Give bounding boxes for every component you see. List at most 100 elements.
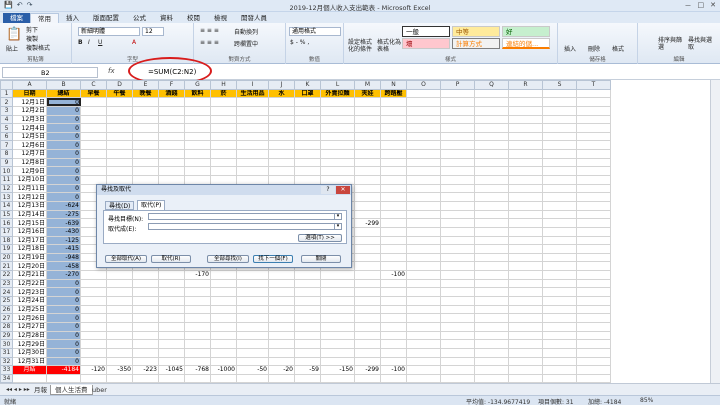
empty-cell[interactable]	[509, 115, 543, 124]
empty-cell[interactable]	[441, 357, 475, 366]
expense-cell[interactable]	[269, 348, 295, 357]
column-header[interactable]: H	[211, 81, 237, 90]
empty-cell[interactable]	[577, 236, 611, 245]
expense-cell[interactable]	[355, 176, 381, 185]
row-header[interactable]: 16	[1, 219, 13, 228]
total-cell[interactable]: 0	[47, 305, 81, 314]
expense-cell[interactable]	[133, 322, 159, 331]
column-total-cell[interactable]: -223	[133, 366, 159, 375]
row-header[interactable]: 17	[1, 227, 13, 236]
empty-cell[interactable]	[407, 271, 441, 280]
expense-cell[interactable]	[107, 279, 133, 288]
total-label-cell[interactable]: 月結	[13, 366, 47, 375]
empty-cell[interactable]	[543, 219, 577, 228]
empty-cell[interactable]	[509, 305, 543, 314]
expense-cell[interactable]	[355, 115, 381, 124]
expense-cell[interactable]	[185, 150, 211, 159]
expense-cell[interactable]	[211, 322, 237, 331]
row-header[interactable]: 9	[1, 158, 13, 167]
expense-cell[interactable]	[81, 314, 107, 323]
column-title-cell[interactable]: 水	[269, 89, 295, 98]
row-header[interactable]: 8	[1, 150, 13, 159]
expense-cell[interactable]	[269, 150, 295, 159]
empty-cell[interactable]	[543, 245, 577, 254]
empty-cell[interactable]	[475, 106, 509, 115]
font-color-icon[interactable]: A	[132, 39, 136, 46]
expense-cell[interactable]	[185, 288, 211, 297]
expense-cell[interactable]	[269, 357, 295, 366]
expense-cell[interactable]	[185, 98, 211, 107]
date-cell[interactable]: 12月31日	[13, 357, 47, 366]
empty-cell[interactable]	[441, 245, 475, 254]
empty-cell[interactable]	[407, 106, 441, 115]
expense-cell[interactable]	[185, 124, 211, 133]
empty-cell[interactable]	[269, 374, 295, 383]
expense-cell[interactable]	[133, 167, 159, 176]
row-header[interactable]: 6	[1, 132, 13, 141]
empty-cell[interactable]	[543, 89, 577, 98]
expense-cell[interactable]	[321, 132, 355, 141]
empty-cell[interactable]	[509, 124, 543, 133]
format-as-table-button[interactable]: 格式化為表格	[377, 39, 401, 53]
expense-cell[interactable]	[107, 150, 133, 159]
column-title-cell[interactable]: 飲料	[185, 89, 211, 98]
empty-cell[interactable]	[543, 357, 577, 366]
empty-cell[interactable]	[81, 374, 107, 383]
expense-cell[interactable]	[321, 167, 355, 176]
row-header[interactable]: 33	[1, 366, 13, 375]
expense-cell[interactable]	[237, 106, 269, 115]
empty-cell[interactable]	[441, 176, 475, 185]
font-size-dropdown[interactable]: 12	[142, 27, 164, 36]
date-cell[interactable]: 12月16日	[13, 227, 47, 236]
expense-cell[interactable]	[381, 348, 407, 357]
empty-cell[interactable]	[577, 340, 611, 349]
expense-cell[interactable]	[107, 106, 133, 115]
empty-cell[interactable]	[543, 271, 577, 280]
expense-cell[interactable]	[211, 106, 237, 115]
empty-cell[interactable]	[509, 366, 543, 375]
empty-cell[interactable]	[475, 167, 509, 176]
empty-cell[interactable]	[475, 305, 509, 314]
expense-cell[interactable]	[295, 288, 321, 297]
expense-cell[interactable]	[295, 124, 321, 133]
total-cell[interactable]: -948	[47, 253, 81, 262]
total-cell[interactable]: 0	[47, 340, 81, 349]
total-cell[interactable]: 0	[47, 297, 81, 306]
empty-cell[interactable]	[407, 158, 441, 167]
paste-button[interactable]: 貼上	[6, 44, 18, 53]
expense-cell[interactable]	[381, 340, 407, 349]
expense-cell[interactable]	[185, 305, 211, 314]
style-neutral[interactable]: 中等	[452, 26, 500, 37]
empty-cell[interactable]	[407, 288, 441, 297]
expense-cell[interactable]	[355, 245, 381, 254]
expense-cell[interactable]	[211, 340, 237, 349]
expense-cell[interactable]	[211, 124, 237, 133]
column-title-cell[interactable]: 生活用品	[237, 89, 269, 98]
row-header[interactable]: 1	[1, 89, 13, 98]
empty-cell[interactable]	[543, 366, 577, 375]
empty-cell[interactable]	[441, 374, 475, 383]
expense-cell[interactable]	[269, 158, 295, 167]
expense-cell[interactable]	[81, 176, 107, 185]
empty-cell[interactable]	[475, 245, 509, 254]
empty-cell[interactable]	[509, 322, 543, 331]
expense-cell[interactable]	[237, 158, 269, 167]
expense-cell[interactable]: -100	[381, 271, 407, 280]
expense-cell[interactable]	[159, 305, 185, 314]
expense-cell[interactable]: -170	[185, 271, 211, 280]
total-cell[interactable]: -275	[47, 210, 81, 219]
expense-cell[interactable]	[185, 348, 211, 357]
empty-cell[interactable]	[441, 98, 475, 107]
expense-cell[interactable]	[269, 106, 295, 115]
conditional-format-button[interactable]: 設定格式化的條件	[348, 39, 376, 53]
expense-cell[interactable]	[269, 115, 295, 124]
tab-insert[interactable]: 插入	[59, 13, 86, 23]
empty-cell[interactable]	[577, 279, 611, 288]
empty-cell[interactable]	[295, 374, 321, 383]
expense-cell[interactable]	[237, 271, 269, 280]
total-cell[interactable]: 0	[47, 279, 81, 288]
date-cell[interactable]: 12月10日	[13, 176, 47, 185]
empty-cell[interactable]	[577, 141, 611, 150]
expense-cell[interactable]	[355, 314, 381, 323]
expense-cell[interactable]	[159, 115, 185, 124]
